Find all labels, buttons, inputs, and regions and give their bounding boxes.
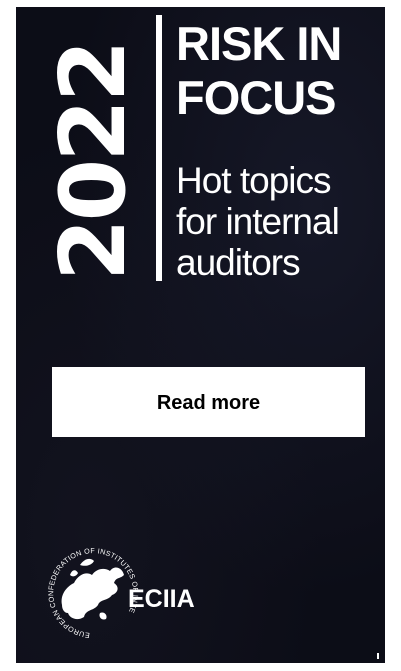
subtitle-line-1: Hot topics [176, 160, 332, 201]
title-line-2: FOCUS [176, 71, 337, 124]
year-vertical: 2022 [16, 7, 146, 297]
year-label: 2022 [41, 43, 136, 282]
europe-map-icon [61, 558, 124, 620]
logo-wordmark: ECIIA [128, 585, 195, 613]
title-line-1: RISK IN [176, 17, 342, 70]
subtitle-line-2: for internal [176, 201, 340, 242]
decorative-speck [377, 653, 379, 659]
banner-subtitle: Hot topics for internal auditors [176, 160, 381, 283]
read-more-button[interactable]: Read more [52, 367, 365, 437]
vertical-divider [156, 15, 162, 281]
risk-in-focus-banner[interactable]: 2022 RISK IN FOCUS Hot topics for intern… [16, 7, 385, 663]
eciia-logo[interactable]: EUROPEAN CONFEDERATION OF INSTITUTES OF … [37, 528, 240, 645]
subtitle-line-3: auditors [176, 242, 301, 283]
banner-title: RISK IN FOCUS [176, 17, 381, 125]
year-graphic: 2022 [41, 43, 146, 282]
